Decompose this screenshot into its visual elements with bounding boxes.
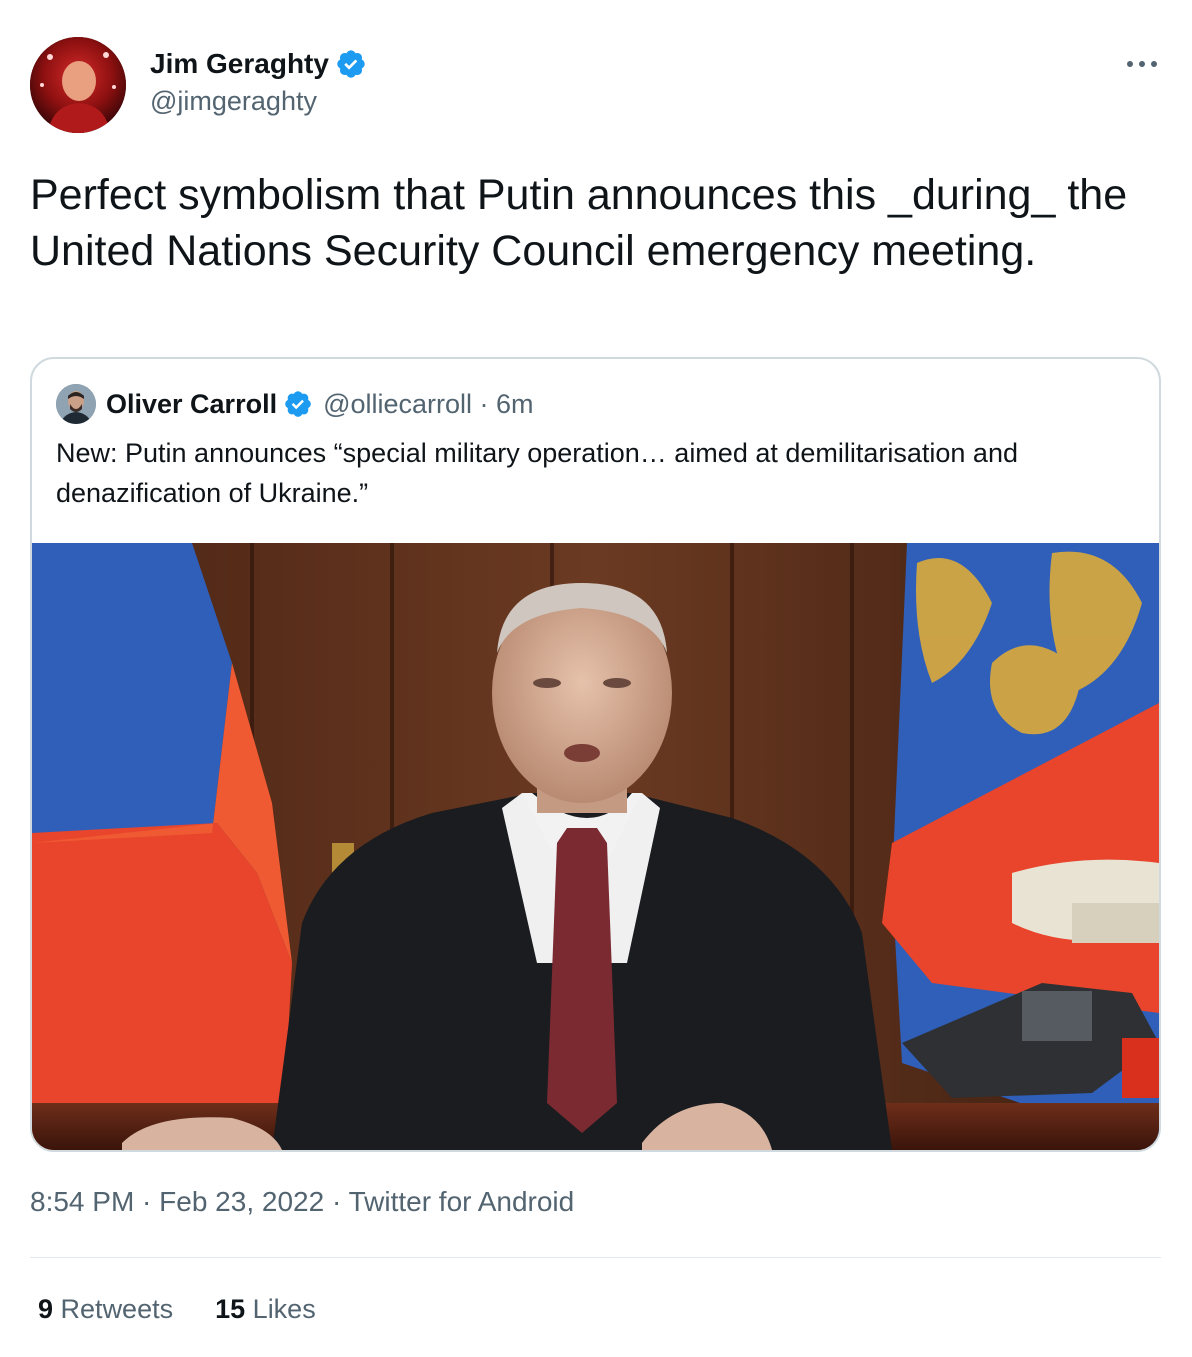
tweet-timestamp[interactable]: 8:54 PM · Feb 23, 2022 · [30,1186,349,1217]
quoted-tweet-header: Oliver Carroll @olliecarroll · 6m [56,383,534,425]
quoted-author-avatar-image [56,384,96,424]
tweet-stats: 9 Retweets 15 Likes [38,1294,358,1325]
author-name[interactable]: Jim Geraghty [150,48,329,80]
tweet-meta: 8:54 PM · Feb 23, 2022 · Twitter for And… [30,1186,574,1218]
author-avatar[interactable] [30,37,126,133]
retweets-count: 9 [38,1294,54,1324]
quoted-author-handle[interactable]: @olliecarroll · 6m [323,389,533,420]
verified-badge-icon [335,48,367,80]
quoted-separator: · [472,388,497,419]
likes-label: Likes [252,1294,316,1324]
quoted-tweet[interactable]: Oliver Carroll @olliecarroll · 6m New: P… [30,357,1161,1152]
likes-stat[interactable]: 15 Likes [215,1294,316,1325]
quoted-author-name[interactable]: Oliver Carroll [106,389,277,420]
author-avatar-image [30,37,126,133]
author-handle[interactable]: @jimgeraghty [150,86,367,117]
tweet-source[interactable]: Twitter for Android [349,1186,575,1217]
retweets-stat[interactable]: 9 Retweets [38,1294,173,1325]
retweets-label: Retweets [60,1294,174,1324]
verified-badge-icon [283,389,313,419]
quoted-time[interactable]: 6m [496,389,534,419]
quoted-tweet-text: New: Putin announces “special military o… [56,438,1018,508]
divider [30,1257,1161,1258]
likes-count: 15 [215,1294,246,1324]
tweet-text: Perfect symbolism that Putin announces t… [30,171,1128,275]
tweet-author: Jim Geraghty @jimgeraghty [150,44,367,117]
more-dots-icon[interactable] [1124,46,1160,82]
quoted-tweet-media[interactable] [32,543,1159,1150]
quoted-author-avatar[interactable] [56,384,96,424]
